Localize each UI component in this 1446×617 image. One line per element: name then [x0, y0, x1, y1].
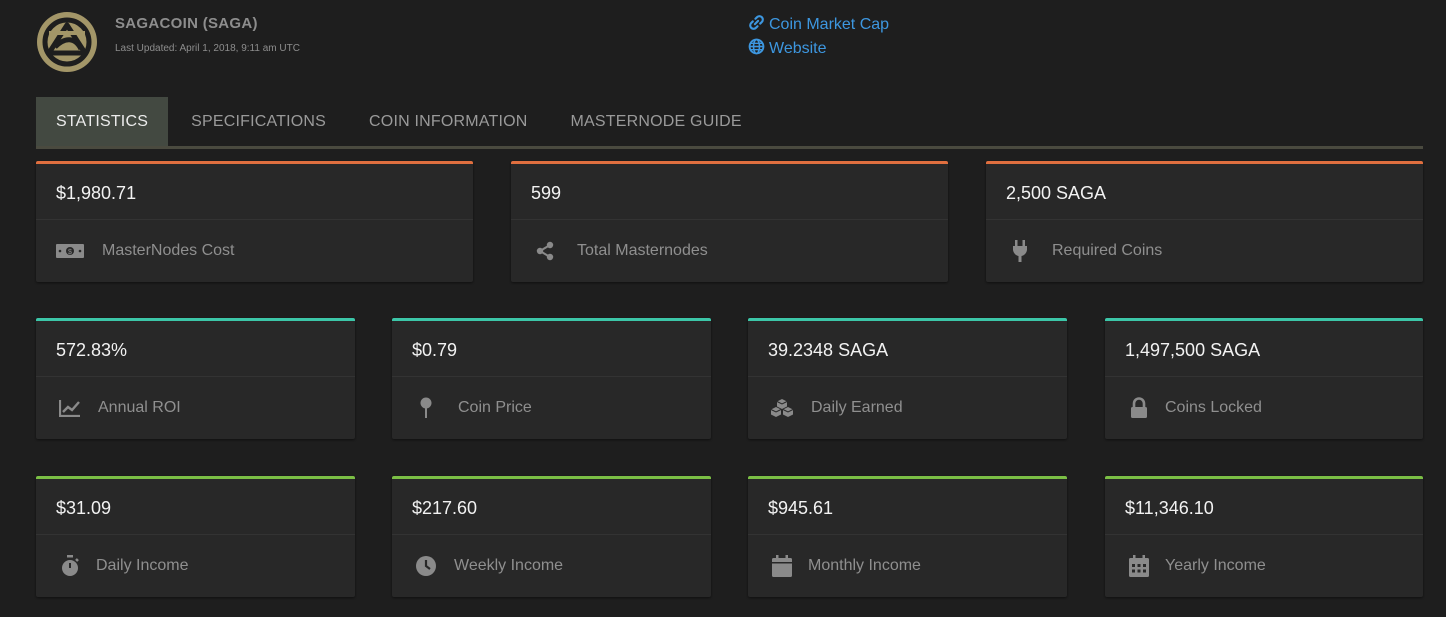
link-icon — [748, 14, 769, 36]
stat-value: 1,497,500 SAGA — [1105, 321, 1423, 377]
stat-label: Total Masternodes — [577, 242, 708, 259]
plug-icon — [1006, 240, 1034, 262]
stat-label: Annual ROI — [98, 399, 181, 416]
stat-value: 2,500 SAGA — [986, 164, 1423, 220]
stat-card-coin-price: $0.79 Coin Price — [392, 318, 711, 439]
stat-label: Coin Price — [458, 399, 532, 416]
coin-market-cap-link[interactable]: Coin Market Cap — [748, 13, 889, 37]
coin-title: SAGACOIN (SAGA) — [115, 15, 258, 32]
stat-label: Daily Earned — [811, 399, 903, 416]
stat-card-masternodes-cost: $1,980.71 $ MasterNodes Cost — [36, 161, 473, 282]
stat-card-daily-income: $31.09 Daily Income — [36, 476, 355, 597]
cubes-icon — [768, 398, 796, 418]
stat-label: Weekly Income — [454, 557, 564, 574]
stat-value: $0.79 — [392, 321, 711, 377]
last-updated-text: Last Updated: April 1, 2018, 9:11 am UTC — [115, 43, 300, 54]
stat-label: Daily Income — [96, 557, 189, 574]
stat-card-coins-locked: 1,497,500 SAGA Coins Locked — [1105, 318, 1423, 439]
stopwatch-icon — [56, 555, 84, 576]
stat-value: $31.09 — [36, 479, 355, 535]
tab-specifications[interactable]: SPECIFICATIONS — [171, 97, 346, 146]
globe-icon — [748, 38, 769, 60]
share-icon — [531, 241, 559, 261]
stat-card-required-coins: 2,500 SAGA Required Coins — [986, 161, 1423, 282]
stat-label: Monthly Income — [808, 557, 921, 574]
website-link[interactable]: Website — [748, 37, 889, 61]
stat-card-weekly-income: $217.60 Weekly Income — [392, 476, 711, 597]
clock-icon — [412, 556, 440, 576]
tab-statistics[interactable]: STATISTICS — [36, 97, 169, 146]
stat-value: 599 — [511, 164, 948, 220]
stat-value: $1,980.71 — [36, 164, 473, 220]
chart-line-icon — [56, 398, 84, 418]
map-pin-icon — [412, 397, 440, 418]
stat-value: 39.2348 SAGA — [748, 321, 1067, 377]
stat-value: $945.61 — [748, 479, 1067, 535]
tab-bar: STATISTICS SPECIFICATIONS COIN INFORMATI… — [36, 97, 1423, 149]
svg-text:$: $ — [68, 249, 72, 256]
coin-market-cap-label: Coin Market Cap — [769, 16, 890, 33]
stat-card-total-masternodes: 599 Total Masternodes — [511, 161, 948, 282]
stat-value: 572.83% — [36, 321, 355, 377]
stat-card-monthly-income: $945.61 Monthly Income — [748, 476, 1067, 597]
lock-icon — [1125, 397, 1153, 418]
calendar-icon — [768, 555, 796, 577]
stat-card-yearly-income: $11,346.10 Yearly Income — [1105, 476, 1423, 597]
money-icon: $ — [56, 241, 84, 261]
stat-value: $11,346.10 — [1105, 479, 1423, 535]
external-links: Coin Market Cap Website — [748, 13, 889, 61]
coin-logo — [35, 11, 99, 73]
stat-label: Coins Locked — [1165, 399, 1262, 416]
tab-masternode-guide[interactable]: MASTERNODE GUIDE — [551, 97, 762, 146]
stat-label: MasterNodes Cost — [102, 242, 235, 259]
calendar-grid-icon — [1125, 555, 1153, 577]
stat-value: $217.60 — [392, 479, 711, 535]
website-label: Website — [769, 40, 827, 57]
stat-label: Yearly Income — [1165, 557, 1266, 574]
stat-card-daily-earned: 39.2348 SAGA Daily Earned — [748, 318, 1067, 439]
tab-coin-information[interactable]: COIN INFORMATION — [349, 97, 547, 146]
stat-label: Required Coins — [1052, 242, 1163, 259]
stat-card-annual-roi: 572.83% Annual ROI — [36, 318, 355, 439]
